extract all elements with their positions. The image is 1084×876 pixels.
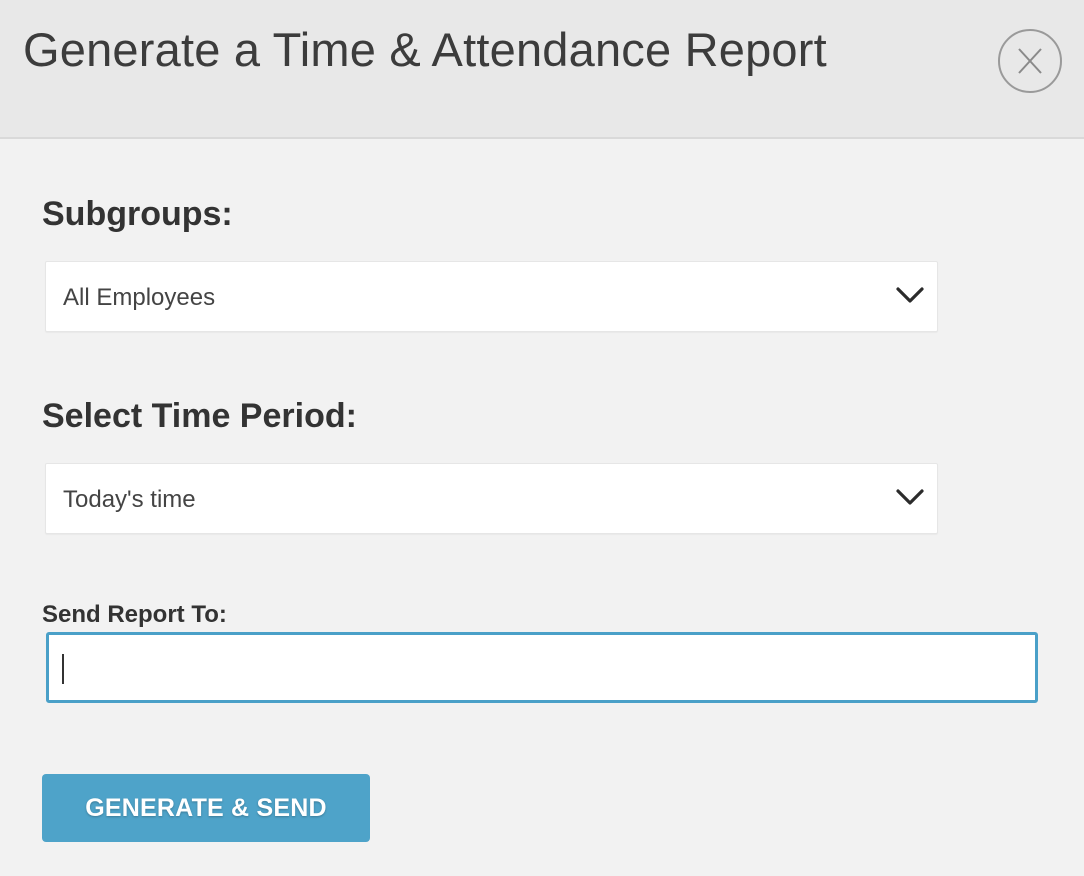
chevron-down-icon [895,486,925,508]
time-period-selected-value: Today's time [63,486,196,513]
close-icon [1016,46,1044,76]
report-modal: Generate a Time & Attendance Report Subg… [0,0,1084,876]
send-report-to-input[interactable] [46,632,1038,703]
close-button[interactable] [998,29,1062,93]
text-cursor [62,654,64,684]
modal-header: Generate a Time & Attendance Report [0,0,1084,139]
subgroups-label: Subgroups: [42,195,233,233]
send-report-to-label: Send Report To: [42,601,227,628]
modal-title: Generate a Time & Attendance Report [23,23,827,76]
chevron-down-icon [895,284,925,306]
subgroups-select[interactable]: All Employees [45,261,938,332]
generate-send-button[interactable]: GENERATE & SEND [42,774,370,842]
subgroups-selected-value: All Employees [63,284,216,311]
time-period-select[interactable]: Today's time [45,463,938,534]
time-period-label: Select Time Period: [42,397,357,435]
